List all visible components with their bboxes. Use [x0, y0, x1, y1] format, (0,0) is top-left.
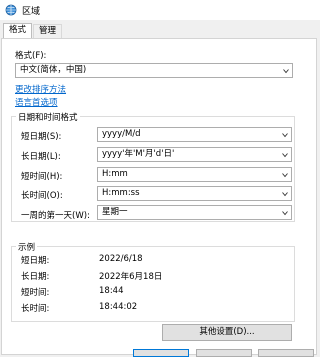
chevron-down-icon [282, 133, 288, 138]
long-date-label: 长日期(L): [21, 152, 61, 162]
first-day-of-week-value: 星期一 [102, 207, 128, 217]
long-time-value: H:mm:ss [102, 188, 140, 198]
chevron-down-icon [282, 211, 288, 216]
chevron-down-icon [282, 153, 288, 158]
tab-strip: 格式 管理 [0, 23, 320, 39]
datetime-group-title: 日期和时间格式 [16, 111, 80, 123]
format-dropdown-value: 中文(简体，中国) [20, 65, 87, 75]
chevron-down-icon [282, 173, 288, 178]
example-short-time-label: 短时间: [21, 288, 50, 298]
example-long-time-value: 18:44:02 [99, 302, 138, 312]
short-date-dropdown[interactable]: yyyy/M/d [97, 127, 292, 142]
format-dropdown[interactable]: 中文(简体，中国) [15, 63, 293, 78]
example-group [11, 246, 295, 322]
window-title: 区域 [22, 7, 41, 17]
example-group-title: 示例 [16, 241, 38, 253]
region-globe-icon [5, 4, 17, 16]
language-preferences-link[interactable]: 语言首选项 [15, 96, 58, 108]
format-label: 格式(F): [15, 51, 47, 61]
short-date-label: 短日期(S): [21, 132, 62, 142]
example-short-time-value: 18:44 [99, 286, 124, 296]
first-day-of-week-dropdown[interactable]: 星期一 [97, 205, 292, 220]
apply-button[interactable] [258, 349, 314, 357]
example-long-time-label: 长时间: [21, 304, 50, 314]
example-short-date-label: 短日期: [21, 256, 50, 266]
ok-button[interactable] [133, 349, 189, 357]
short-date-value: yyyy/M/d [102, 129, 141, 139]
example-long-date-label: 长日期: [21, 272, 50, 282]
long-date-value: yyyy'年'M'月'd'日' [102, 149, 175, 159]
chevron-down-icon [283, 69, 289, 74]
format-panel: 格式(F): 中文(简体，中国) 更改排序方法 语言首选项 日期和时间格式 短日… [1, 38, 317, 355]
other-settings-button[interactable]: 其他设置(D)... [162, 324, 292, 341]
short-time-dropdown[interactable]: H:mm [97, 167, 292, 182]
tab-format[interactable]: 格式 [3, 23, 33, 39]
cancel-button[interactable] [196, 349, 252, 357]
long-time-label: 长时间(O): [21, 191, 63, 201]
title-bar: 区域 [0, 0, 320, 20]
long-time-dropdown[interactable]: H:mm:ss [97, 186, 292, 201]
first-day-of-week-label: 一周的第一天(W): [21, 211, 90, 221]
long-date-dropdown[interactable]: yyyy'年'M'月'd'日' [97, 147, 292, 162]
example-long-date-value: 2022年6月18日 [99, 272, 163, 282]
chevron-down-icon [282, 192, 288, 197]
tab-manage[interactable]: 管理 [33, 24, 63, 38]
short-time-value: H:mm [102, 169, 128, 179]
short-time-label: 短时间(H): [21, 172, 63, 182]
change-sort-link[interactable]: 更改排序方法 [15, 83, 66, 95]
example-short-date-value: 2022/6/18 [99, 254, 143, 264]
